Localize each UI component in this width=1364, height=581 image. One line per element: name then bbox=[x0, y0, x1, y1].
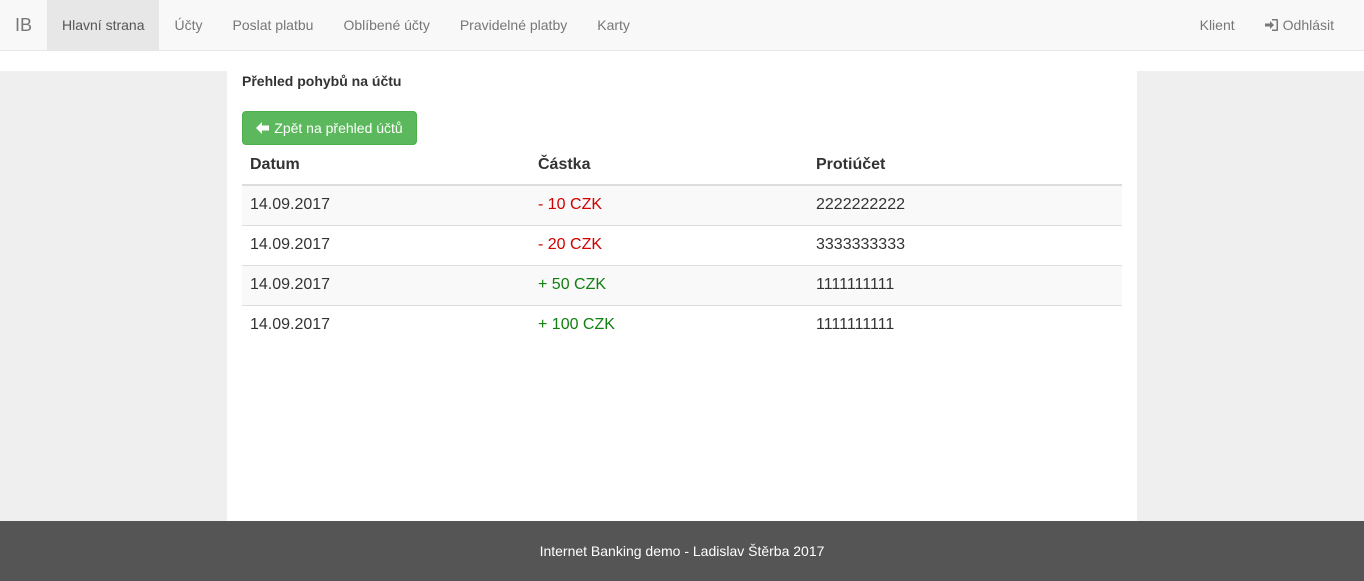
cell-date: 14.09.2017 bbox=[242, 264, 530, 305]
nav-item-home[interactable]: Hlavní strana bbox=[47, 0, 160, 50]
table-row: 14.09.2017 + 100 CZK 1111111111 bbox=[242, 304, 1122, 345]
table-row: 14.09.2017 - 10 CZK 2222222222 bbox=[242, 185, 1122, 225]
cell-counter-account: 3333333333 bbox=[808, 224, 1122, 265]
cell-amount: - 10 CZK bbox=[538, 196, 603, 214]
back-button-label: Zpět na přehled účtů bbox=[274, 120, 403, 136]
main-content: Přehled pohybů na účtu Zpět na přehled ú… bbox=[227, 71, 1137, 521]
cell-counter-account: 2222222222 bbox=[816, 196, 905, 214]
nav-right: Klient Odhlásit bbox=[1185, 0, 1349, 50]
arrow-left-icon bbox=[256, 122, 270, 134]
nav-item-send-payment[interactable]: Poslat platbu bbox=[217, 0, 328, 50]
column-header-amount: Částka bbox=[530, 145, 808, 186]
table-row: 14.09.2017 + 50 CZK 1111111111 bbox=[242, 264, 1122, 305]
navbar: IB Hlavní strana Účty Poslat platbu Oblí… bbox=[0, 0, 1364, 51]
cell-amount: + 50 CZK bbox=[530, 264, 808, 305]
column-header-counter-account: Protiúčet bbox=[808, 145, 1122, 186]
back-to-accounts-button[interactable]: Zpět na přehled účtů bbox=[242, 111, 417, 145]
nav-item-accounts[interactable]: Účty bbox=[159, 0, 217, 50]
cell-amount: - 20 CZK bbox=[530, 224, 808, 265]
nav-item-cards[interactable]: Karty bbox=[582, 0, 645, 50]
cell-counter-account: 1111111111 bbox=[808, 264, 1122, 305]
logout-link[interactable]: Odhlásit bbox=[1250, 0, 1349, 50]
client-label: Klient bbox=[1199, 17, 1235, 33]
cell-amount: + 100 CZK bbox=[530, 304, 808, 345]
cell-date: 14.09.2017 bbox=[250, 196, 331, 214]
cell-date: 14.09.2017 bbox=[242, 304, 530, 345]
cell-counter-account: 1111111111 bbox=[808, 304, 1122, 345]
brand-logo[interactable]: IB bbox=[0, 0, 47, 50]
transactions-table: Datum Částka Protiúčet 14.09.2017 - 10 C… bbox=[242, 145, 1122, 345]
column-header-date: Datum bbox=[242, 145, 530, 186]
main-nav: Hlavní strana Účty Poslat platbu Oblíben… bbox=[47, 0, 645, 50]
nav-item-recurring-payments[interactable]: Pravidelné platby bbox=[445, 0, 582, 50]
cell-date: 14.09.2017 bbox=[242, 224, 530, 265]
nav-item-favorite-accounts[interactable]: Oblíbené účty bbox=[328, 0, 444, 50]
page-title: Přehled pohybů na účtu bbox=[242, 73, 402, 89]
logout-label: Odhlásit bbox=[1282, 17, 1334, 33]
footer-text: Internet Banking demo - Ladislav Štěrba … bbox=[539, 543, 825, 559]
table-header-row: Datum Částka Protiúčet bbox=[242, 145, 1122, 186]
nav-item-client[interactable]: Klient bbox=[1185, 0, 1250, 50]
footer: Internet Banking demo - Ladislav Štěrba … bbox=[0, 521, 1364, 581]
table-row: 14.09.2017 - 20 CZK 3333333333 bbox=[242, 224, 1122, 265]
log-in-icon bbox=[1264, 19, 1278, 31]
